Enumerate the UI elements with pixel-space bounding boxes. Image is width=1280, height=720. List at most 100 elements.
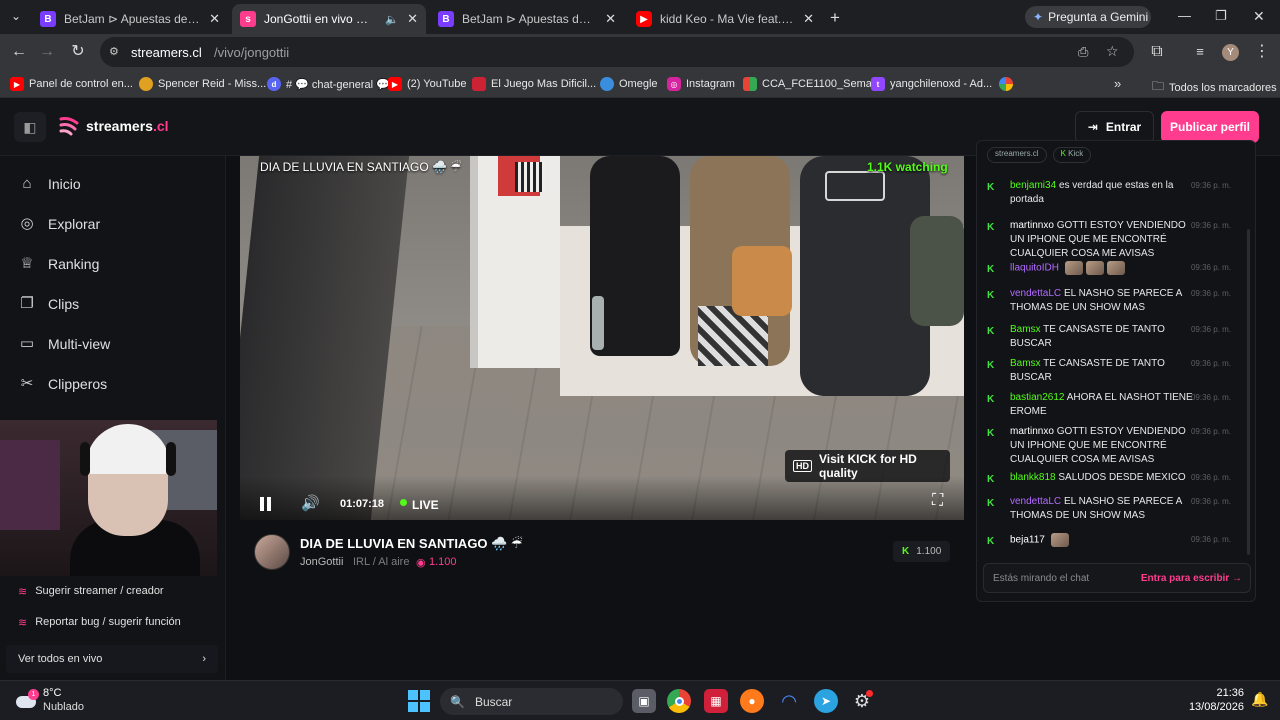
report-bug-link[interactable]: ≋ Reportar bug / sugerir función [6, 609, 218, 635]
sidebar-item-explorar[interactable]: ◎ Explorar [18, 215, 100, 233]
task-view-icon[interactable]: ▣ [632, 689, 656, 713]
bookmark-item[interactable]: d # 💬 chat-general 💬 [267, 77, 390, 91]
chat-text: SALUDOS DESDE MEXICO [1058, 472, 1186, 483]
close-icon[interactable]: ✕ [209, 11, 220, 27]
chat-username[interactable]: martinnxo [1010, 426, 1054, 437]
site-logo[interactable]: streamers .cl [58, 115, 169, 137]
tab-jongottii[interactable]: s JonGottii en vivo — streamers 🔈 ✕ [232, 4, 426, 34]
streamer-avatar[interactable] [254, 534, 290, 570]
address-bar[interactable]: ⚙ streamers.cl /vivo/jongottii ⎙ ☆ [100, 37, 1134, 67]
app-arc-icon[interactable]: ◠ [777, 689, 801, 713]
chat-username[interactable]: llaquitoIDH [1010, 263, 1059, 274]
bookmark-item[interactable]: Omegle [600, 77, 658, 91]
taskbar-search[interactable]: 🔍 Buscar [440, 688, 623, 715]
profile-avatar[interactable]: Y [1222, 44, 1239, 61]
chrome-icon[interactable] [667, 689, 691, 713]
clock-date[interactable]: 13/08/2026 [1178, 701, 1244, 713]
tab-search-icon[interactable]: ⌄ [8, 9, 24, 25]
telegram-icon[interactable]: ➤ [814, 689, 838, 713]
menu-kebab-icon[interactable]: ⋮ [1252, 42, 1272, 62]
chat-username[interactable]: Bamsx [1010, 324, 1041, 335]
gemini-icon: ✦ [1033, 10, 1044, 24]
media-controls-icon[interactable]: ≡ [1190, 42, 1210, 62]
more-bookmarks-icon[interactable]: » [1114, 76, 1121, 91]
speaker-icon[interactable]: 🔈 [385, 13, 399, 26]
channel-name[interactable]: JonGottii [300, 556, 343, 568]
weather-widget[interactable]: 1 [14, 689, 39, 713]
all-live-button[interactable]: Ver todos en vivo › [6, 645, 218, 673]
bookmark-item[interactable]: ◎ Instagram [667, 77, 735, 91]
login-button[interactable]: ⇥ Entrar [1075, 111, 1154, 143]
chat-username[interactable]: vendettaLC [1010, 288, 1061, 299]
sidebar-item-ranking[interactable]: ♕ Ranking [18, 255, 99, 273]
firefox-icon[interactable]: ● [740, 689, 764, 713]
forward-icon[interactable]: → [37, 42, 57, 62]
close-icon[interactable]: ✕ [407, 11, 418, 27]
chat-scrollbar[interactable] [1247, 229, 1250, 555]
bookmark-item[interactable]: ▶ (2) YouTube [388, 77, 467, 91]
sidebar-item-clipperos[interactable]: ✂ Clipperos [18, 375, 107, 393]
publish-profile-button[interactable]: Publicar perfil [1161, 111, 1259, 143]
chat-message-body: vendettaLC EL NASHO SE PARECE A THOMAS D… [1010, 495, 1196, 523]
bookmark-item[interactable]: t yangchilenoxd - Ad... [871, 77, 992, 91]
sidebar-item-label: Explorar [48, 216, 101, 232]
app-red-icon[interactable]: ▦ [704, 689, 728, 713]
chat-username[interactable]: beja117 [1010, 535, 1045, 546]
notifications-icon[interactable]: 🔔 [1251, 691, 1268, 708]
chat-timestamp: 09:36 p. m. [1190, 221, 1231, 230]
chat-username[interactable]: bastian2612 [1010, 392, 1065, 403]
stream-category[interactable]: IRL / Al aire [353, 556, 409, 568]
omegle-icon [600, 77, 614, 91]
close-icon[interactable]: ✕ [803, 11, 814, 27]
chat-username[interactable]: martinnxo [1010, 220, 1054, 231]
chat-message-body: beja117 [1010, 533, 1196, 548]
gemini-button[interactable]: ✦ Pregunta a Gemini [1025, 6, 1151, 28]
install-app-icon[interactable]: ⎙ [1078, 44, 1088, 60]
sidebar-item-clips[interactable]: ❐ Clips [18, 295, 79, 313]
kick-icon: K [987, 264, 995, 275]
maximize-button[interactable]: ❐ [1215, 8, 1227, 24]
video-player[interactable]: DIA DE LLUVIA EN SANTIAGO 🌧️ ☔ 1.1K watc… [240, 156, 964, 520]
kick-icon: K [987, 290, 995, 301]
bookmark-item[interactable]: El Juego Mas Dificil... [472, 77, 596, 91]
sidebar-item-multiview[interactable]: ▭ Multi-view [18, 335, 110, 353]
tab-betjam-1[interactable]: B BetJam ⊳ Apuestas deportivas ✕ [32, 4, 228, 34]
tab-betjam-2[interactable]: B BetJam ⊳ Apuestas deportivas ✕ [430, 4, 624, 34]
pause-button[interactable] [258, 496, 272, 512]
kick-icon: K [987, 182, 995, 193]
chat-username[interactable]: benjami34 [1010, 180, 1056, 191]
close-icon[interactable]: ✕ [605, 11, 616, 27]
bookmark-item[interactable]: CCA_FCE1100_Sema... [743, 77, 881, 91]
clock-time[interactable]: 21:36 [1200, 687, 1244, 699]
minimize-button[interactable]: — [1178, 8, 1191, 23]
extensions-icon[interactable]: ⧉ [1147, 42, 1167, 62]
sidebar-item-inicio[interactable]: ⌂ Inicio [18, 175, 80, 193]
tab-youtube[interactable]: ▶ kidd Keo - Ma Vie feat. Yay (Bie ✕ [628, 4, 822, 34]
bookmark-item[interactable]: ▶ Panel de control en... [10, 77, 133, 91]
bookmark-item[interactable]: Spencer Reid - Miss... [139, 77, 266, 91]
chat-tag[interactable]: K Kick [1052, 147, 1092, 163]
bookmark-star-icon[interactable]: ☆ [1106, 43, 1119, 60]
chat-tag[interactable]: streamers.cl [987, 147, 1047, 163]
bookmark-label: Spencer Reid - Miss... [158, 78, 267, 90]
windows-start-icon[interactable] [408, 690, 430, 712]
sidebar-toggle-icon[interactable]: ◧ [14, 112, 46, 142]
chat-input-box[interactable]: Estás mirando el chat Entra para escribi… [983, 563, 1251, 593]
volume-icon[interactable]: 🔊 [301, 494, 320, 512]
suggest-streamer-link[interactable]: ≋ Sugerir streamer / creador [6, 578, 218, 604]
chat-username[interactable]: vendettaLC [1010, 496, 1061, 507]
emote-icon [1050, 533, 1069, 547]
window-close-button[interactable]: ✕ [1253, 8, 1265, 25]
site-info-icon[interactable]: ⚙ [109, 45, 119, 58]
login-to-write-link[interactable]: Entra para escribir → [1141, 573, 1242, 584]
reload-icon[interactable]: ↻ [68, 42, 88, 62]
chat-username[interactable]: Bamsx [1010, 358, 1041, 369]
chat-username[interactable]: blankk818 [1010, 472, 1056, 483]
google-icon[interactable] [999, 77, 1013, 91]
tab-title: JonGottii en vivo — streamers [264, 12, 378, 26]
chat-message: Kbeja117 09:36 p. m. [987, 533, 1245, 548]
back-icon[interactable]: ← [9, 42, 29, 62]
fullscreen-icon[interactable]: ⛶ [932, 492, 943, 510]
new-tab-button[interactable]: + [830, 8, 840, 28]
all-bookmarks-folder[interactable]: 🗀 Todos los marcadores [1152, 77, 1277, 98]
